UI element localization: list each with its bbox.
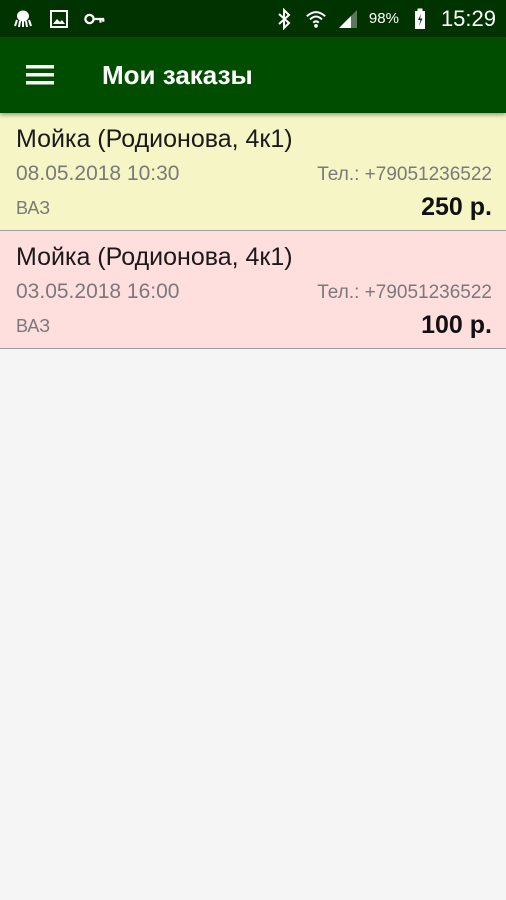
- status-bar: 98% 15:29: [0, 0, 506, 37]
- bluetooth-icon: [273, 7, 295, 30]
- image-icon: [48, 8, 70, 30]
- order-title: Мойка (Родионова, 4к1): [16, 243, 293, 271]
- order-phone: Тел.: +79051236522: [317, 164, 492, 185]
- order-phone: Тел.: +79051236522: [317, 282, 492, 303]
- status-left-icons: [12, 8, 106, 30]
- order-item[interactable]: Мойка (Родионова, 4к1) 03.05.2018 16:00 …: [0, 231, 506, 349]
- status-right-icons: 98% 15:29: [273, 6, 496, 32]
- order-car: ВАЗ: [16, 198, 51, 218]
- order-datetime: 03.05.2018 16:00: [16, 280, 180, 303]
- order-list: Мойка (Родионова, 4к1) 08.05.2018 10:30 …: [0, 113, 506, 349]
- octopus-icon: [12, 8, 34, 30]
- order-datetime: 08.05.2018 10:30: [16, 162, 180, 185]
- order-price: 100 р.: [421, 311, 492, 339]
- order-item[interactable]: Мойка (Родионова, 4к1) 08.05.2018 10:30 …: [0, 113, 506, 231]
- hamburger-menu-icon[interactable]: [24, 59, 56, 91]
- order-car: ВАЗ: [16, 316, 51, 336]
- key-icon: [84, 8, 106, 30]
- signal-icon: [337, 8, 359, 30]
- battery-icon: [409, 8, 431, 30]
- order-price: 250 р.: [421, 193, 492, 221]
- wifi-icon: [305, 8, 327, 30]
- battery-percent: 98%: [368, 10, 399, 27]
- page-title: Мои заказы: [102, 59, 253, 90]
- app-bar: Мои заказы: [0, 37, 506, 113]
- order-title: Мойка (Родионова, 4к1): [16, 125, 293, 153]
- clock: 15:29: [440, 5, 496, 31]
